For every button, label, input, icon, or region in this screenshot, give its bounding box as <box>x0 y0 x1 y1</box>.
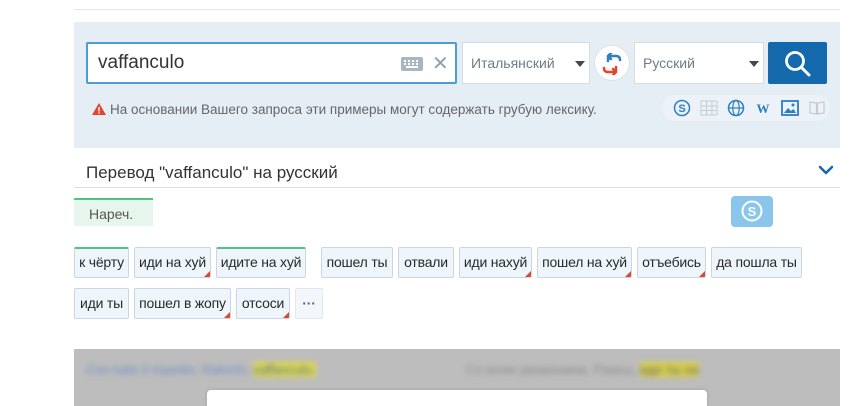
offensive-content-warning: На основании Вашего запроса эти примеры … <box>92 100 652 119</box>
search-input[interactable] <box>98 51 388 75</box>
login-popup-card <box>207 390 707 406</box>
translation-header[interactable]: Перевод "vaffanculo" на русский <box>74 154 840 188</box>
example-source: Con tutto il rispetto, Rakesh, vaffancul… <box>86 362 316 377</box>
warning-text: На основании Вашего запроса эти примеры … <box>110 102 597 117</box>
chevron-down-icon[interactable] <box>818 165 834 175</box>
image-icon[interactable] <box>781 99 799 117</box>
keyboard-icon[interactable] <box>401 57 423 71</box>
part-of-speech-badge[interactable]: Нареч. <box>74 198 153 226</box>
search-panel: ✕ Итальянский Русский На основании Вашег… <box>74 22 840 148</box>
skype-icon[interactable]: S <box>673 99 691 117</box>
translation-chip[interactable]: пошел на хуй <box>537 247 632 278</box>
translation-chip[interactable]: идите на хуй <box>216 247 306 278</box>
translation-chip[interactable]: к чёрту <box>74 247 129 278</box>
translation-chip[interactable]: иди на хуй <box>134 247 211 278</box>
target-language-label: Русский <box>643 55 695 71</box>
example-target: Со всем уважением, Ракеш, иди ты на <box>466 362 699 377</box>
translation-chip[interactable]: отъебись <box>637 247 706 278</box>
target-language-select[interactable]: Русский <box>634 42 764 84</box>
translation-chip[interactable]: да пошла ты <box>711 247 802 278</box>
svg-text:W: W <box>757 101 770 116</box>
swap-languages-icon <box>602 53 622 75</box>
svg-text:S: S <box>748 204 757 219</box>
book-icon[interactable] <box>808 99 826 117</box>
wikipedia-icon[interactable]: W <box>754 99 772 117</box>
swap-languages-button[interactable] <box>594 45 630 81</box>
source-language-label: Итальянский <box>471 55 555 71</box>
more-translations-button[interactable]: ··· <box>295 288 323 319</box>
source-language-select[interactable]: Итальянский <box>462 42 590 84</box>
translation-title: Перевод "vaffanculo" на русский <box>86 163 338 182</box>
caret-down-icon <box>575 61 585 67</box>
grid-icon[interactable] <box>700 99 718 117</box>
translation-chip[interactable]: отсоси <box>236 288 290 319</box>
svg-text:S: S <box>678 103 685 115</box>
globe-icon[interactable] <box>727 99 745 117</box>
context-toolbar: S W <box>662 95 830 121</box>
search-box: ✕ <box>86 42 457 84</box>
close-icon[interactable]: ✕ <box>432 53 449 73</box>
translation-chip[interactable]: отвали <box>398 247 454 278</box>
search-icon <box>785 51 811 77</box>
translation-chip[interactable]: иди нахуй <box>459 247 532 278</box>
previous-section-edge <box>74 0 840 10</box>
skype-translate-button[interactable]: S <box>731 196 773 227</box>
translation-chip[interactable]: пошел в жопу <box>134 288 231 319</box>
caret-down-icon <box>749 61 759 67</box>
warning-triangle-icon <box>92 103 106 115</box>
search-button[interactable] <box>768 42 827 84</box>
skype-icon: S <box>741 200 763 222</box>
translation-chip[interactable]: иди ты <box>74 288 129 319</box>
translation-chip[interactable]: пошел ты <box>321 247 393 278</box>
